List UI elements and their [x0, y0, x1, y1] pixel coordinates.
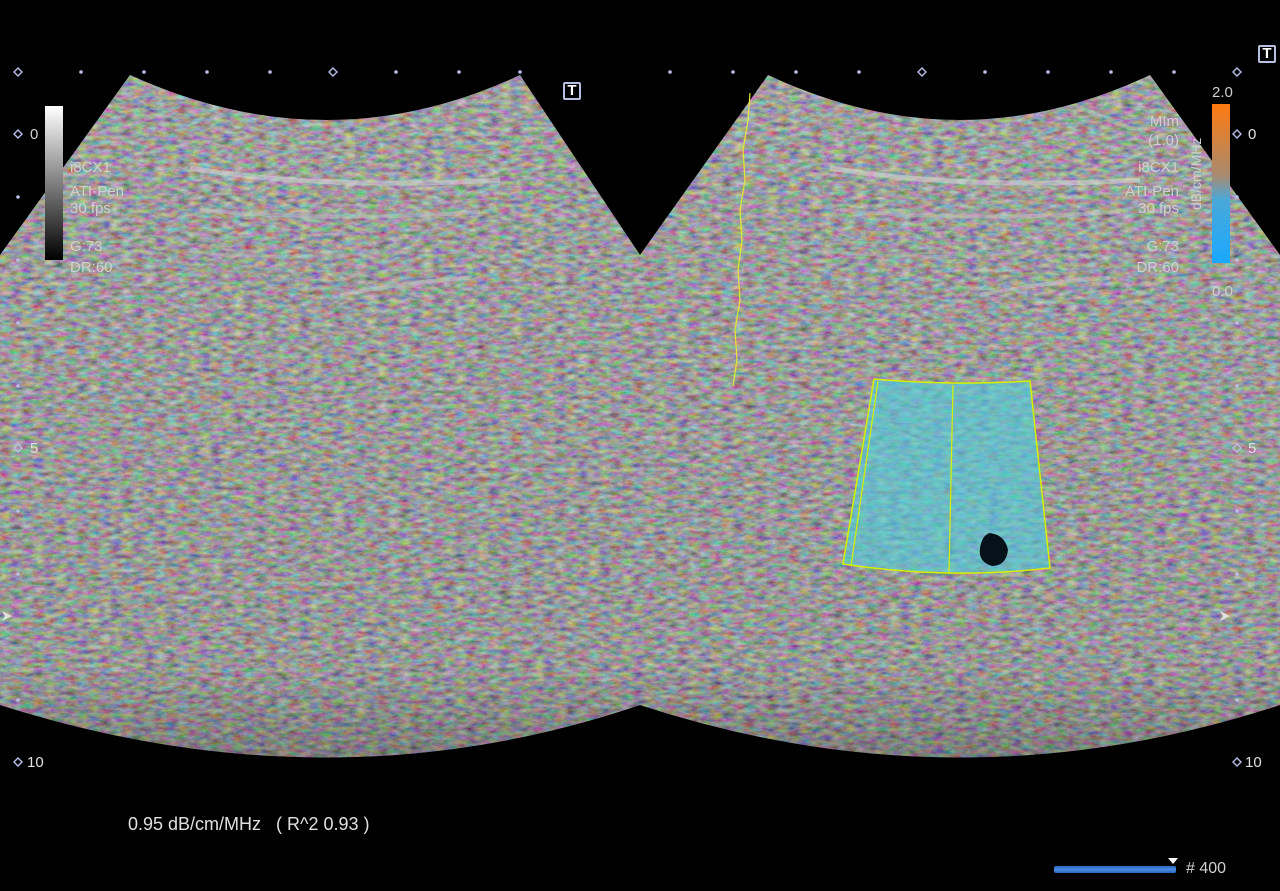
left-gain: G:73 [70, 238, 103, 255]
right-mode: ATI-Pen [1125, 183, 1179, 200]
top-dots [79, 70, 1176, 74]
top-tick-marks [13, 67, 1242, 77]
cine-marker [1168, 858, 1178, 864]
colorbar-min-label: 0.0 [1212, 283, 1233, 300]
colorbar-max-label: 2.0 [1212, 84, 1233, 101]
left-probe: i8CX1 [70, 159, 111, 176]
right-probe: i8CX1 [1138, 159, 1179, 176]
left-dynamic-range: DR:60 [70, 259, 113, 276]
measurement-result: 0.95 dB/cm/MHz ( R^2 0.93 ) [128, 814, 370, 834]
depth-label-5-left: 5 [30, 440, 39, 457]
text-annotation-icon-right[interactable]: T [1258, 45, 1276, 63]
right-mi-value: (1.0) [1148, 132, 1179, 149]
right-gain: G:73 [1146, 238, 1179, 255]
left-frame-rate: 30 fps [70, 200, 111, 217]
attenuation-roi[interactable] [842, 378, 1051, 574]
left-mode: ATI-Pen [70, 183, 124, 200]
grayscale-bar [45, 106, 63, 260]
grayscale-top-label: 0 [30, 126, 39, 143]
depth-label-0-right: 0 [1248, 126, 1257, 143]
text-annotation-icon[interactable]: T [563, 82, 581, 100]
depth-label-10-left: 10 [27, 754, 44, 771]
depth-label-10-right: 10 [1245, 754, 1262, 771]
right-mi-label: MIm [1149, 113, 1179, 130]
right-dynamic-range: DR:60 [1136, 259, 1179, 276]
ultrasound-image-area [0, 67, 1280, 864]
attenuation-colorbar [1212, 104, 1230, 263]
colorbar-unit: dB/cm/MHz [1188, 137, 1204, 210]
cine-progress-bar[interactable] [1054, 866, 1176, 873]
depth-label-5-right: 5 [1248, 440, 1257, 457]
cine-frame-label: # 400 [1186, 860, 1227, 877]
right-frame-rate: 30 fps [1138, 200, 1179, 217]
